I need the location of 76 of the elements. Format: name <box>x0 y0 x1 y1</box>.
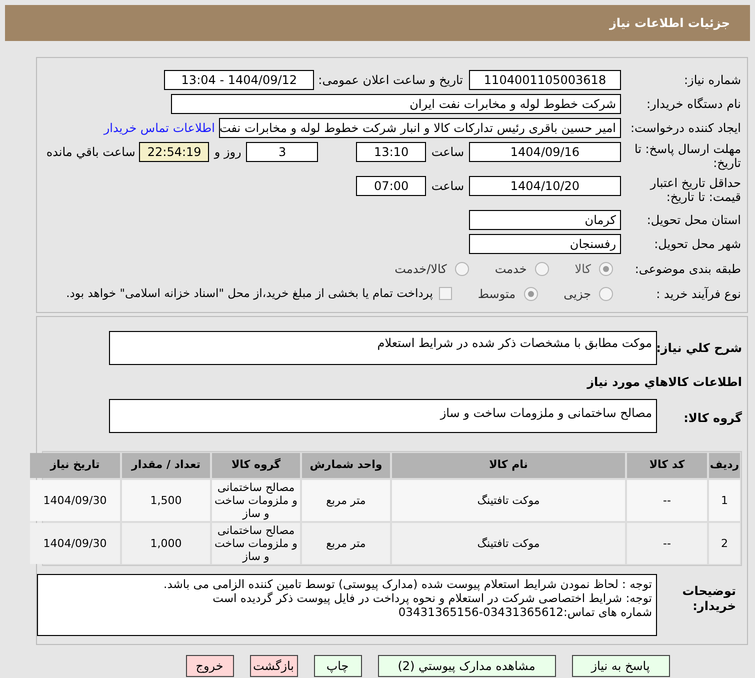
column-header: گروه کالا <box>212 453 300 478</box>
field-label: روز و <box>214 144 242 161</box>
table-cell: 1,500 <box>122 480 210 521</box>
field-label: شهر محل تحویل: <box>653 236 741 253</box>
table-cell: -- <box>627 480 707 521</box>
column-header: کد کالا <box>627 453 707 478</box>
column-header: تعداد / مقدار <box>122 453 210 478</box>
action-button[interactable]: پاسخ به نیاز <box>572 655 670 677</box>
table-cell: 1404/09/30 <box>30 523 120 564</box>
column-header: واحد شمارش <box>302 453 390 478</box>
input-field[interactable]: 1104001105003618 <box>469 70 621 90</box>
column-header: تاریخ نیاز <box>30 453 120 478</box>
radio-button[interactable] <box>524 286 538 300</box>
radio-button[interactable] <box>534 262 549 276</box>
table-cell: 1404/09/30 <box>30 480 120 521</box>
field-label: استان محل تحویل: <box>646 212 741 229</box>
action-button[interactable]: مشاهده مدارک پیوستي (2) <box>378 655 556 677</box>
option-label: متوسط <box>478 286 516 302</box>
input-field[interactable]: 07:00 <box>356 176 426 196</box>
action-button[interactable]: خروج <box>186 655 234 677</box>
table-cell: متر مربع <box>302 523 390 564</box>
option-label: خدمت <box>494 260 527 278</box>
table-cell: 1 <box>709 480 740 521</box>
table-cell: مصالح ساختمانی و ملزومات ساخت و ساز <box>212 480 300 521</box>
table-cell: متر مربع <box>302 480 390 521</box>
radio-button[interactable] <box>454 262 469 276</box>
input-field[interactable]: 13:10 <box>356 142 426 162</box>
table-cell: -- <box>627 523 707 564</box>
column-header: ردیف <box>709 453 740 478</box>
field-label: ساعت <box>431 178 464 195</box>
input-field[interactable]: 3 <box>246 142 318 162</box>
input-field[interactable]: 1404/09/12 - 13:04 <box>164 70 314 90</box>
option-label: پرداخت تمام یا بخشی از مبلغ خرید،از محل "اسناد خزانه اسلامی" خواهد بود. <box>66 284 433 302</box>
field-label: شماره نیاز: <box>683 72 741 89</box>
countdown-field: 22:54:19 <box>139 142 210 162</box>
input-field[interactable]: 1404/10/20 <box>469 176 621 196</box>
field-label: مهلت ارسال پاسخ: تا تاریخ: <box>633 142 741 170</box>
field-label: نام دستگاه خریدار: <box>646 96 741 113</box>
section-title: اطلاعات کالاهاي مورد نياز <box>587 374 742 391</box>
field-label: ساعت باقي مانده <box>46 144 136 161</box>
notes-text: شماره های تماس:03431365612-03431365156 <box>397 605 652 619</box>
input-field[interactable]: امیر حسین باقری رئیس تدارکات کالا و انبار شرکت خطوط لوله و مخابرات نفت <box>219 118 621 138</box>
radio-button[interactable] <box>599 286 613 300</box>
notes-text: توجه: شرایط اختصاصی شرکت در استعلام و نحوه پرداخت در فایل پیوست ذکر گردیده است <box>212 591 652 605</box>
action-button[interactable]: بازگشت <box>250 655 298 677</box>
notes-text: توجه : لحاظ نمودن شرایط استعلام پیوست شده (مدارک پیوستی) توسط تامین کننده الزامی می باشد. <box>162 577 652 591</box>
field-label: تاریخ و ساعت اعلان عمومی: <box>318 72 463 89</box>
textarea-field[interactable]: موکت مطابق با مشخصات ذکر شده در شرایط استعلام <box>109 331 657 365</box>
table-cell: مصالح ساختمانی و ملزومات ساخت و ساز <box>212 523 300 564</box>
field-label: ایجاد کننده درخواست: <box>629 120 741 137</box>
table-cell: 1,000 <box>122 523 210 564</box>
table-cell: 2 <box>709 523 740 564</box>
option-label: جزیی <box>564 286 591 302</box>
field-label: توضیحات خریدار: <box>681 583 737 614</box>
page-title: جزئیات اطلاعات نیاز <box>609 15 730 32</box>
input-field[interactable]: 1404/09/16 <box>469 142 621 162</box>
table-cell: موکت تافتینگ <box>392 480 625 521</box>
action-button[interactable]: چاپ <box>314 655 362 677</box>
field-label: ساعت <box>431 144 464 161</box>
input-field[interactable]: رفسنجان <box>469 234 621 254</box>
option-label: کالا <box>574 260 591 278</box>
field-label: طبقه بندی موضوعی: <box>634 260 741 278</box>
field-label: حداقل تاریخ اعتبار قیمت: تا تاریخ: <box>648 176 741 204</box>
textarea-field[interactable]: مصالح ساختمانی و ملزومات ساخت و ساز <box>109 399 657 433</box>
field-label: گروه کالا: <box>682 410 742 427</box>
input-field[interactable]: شرکت خطوط لوله و مخابرات نفت ایران <box>171 94 621 114</box>
contact-link[interactable]: اطلاعات تماس خریدار <box>104 119 215 137</box>
field-label: شرح کلي نياز: <box>657 340 742 357</box>
table-cell: موکت تافتینگ <box>392 523 625 564</box>
column-header: نام کالا <box>392 453 625 478</box>
field-label: نوع فرآیند خرید : <box>655 286 741 302</box>
checkbox[interactable] <box>438 287 452 300</box>
notes-field[interactable] <box>37 574 657 636</box>
option-label: کالا/خدمت <box>394 260 447 278</box>
radio-button[interactable] <box>599 262 613 276</box>
input-field[interactable]: کرمان <box>469 210 621 230</box>
